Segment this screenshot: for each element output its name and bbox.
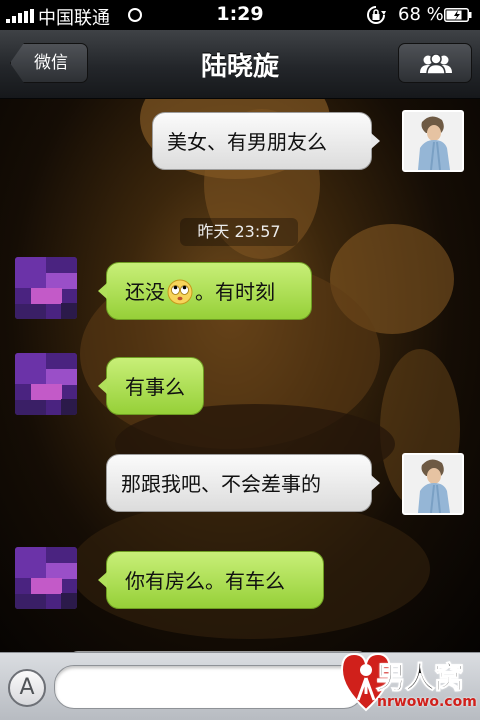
message-text: 还没 bbox=[125, 280, 165, 304]
status-bar: 中国联通 1:29 68 % bbox=[0, 0, 480, 30]
message-bubble-incoming[interactable]: 你有房么。有车么 bbox=[98, 551, 324, 609]
my-avatar[interactable] bbox=[402, 110, 464, 172]
message-input[interactable] bbox=[54, 665, 364, 709]
message-timestamp: 昨天 23:57 bbox=[180, 218, 298, 246]
message-bubble-outgoing[interactable]: 那跟我吧、不会差事的 bbox=[106, 454, 380, 512]
contact-avatar[interactable] bbox=[15, 547, 77, 609]
wechat-chat-screen: 中国联通 1:29 68 % 微信 陆晓旋 美女、有男朋友么 昨天 23:57 … bbox=[0, 0, 480, 720]
input-mode-toggle-button[interactable]: A bbox=[8, 669, 46, 707]
back-button[interactable]: 微信 bbox=[10, 43, 88, 83]
chat-members-button[interactable] bbox=[398, 43, 472, 83]
watermark-title: 男人窝 bbox=[376, 661, 465, 697]
message-text: 。有时刻 bbox=[195, 280, 275, 304]
message-bubble-incoming[interactable]: 还没 。有时刻 bbox=[98, 262, 312, 320]
contact-avatar[interactable] bbox=[15, 257, 77, 319]
contacts-icon bbox=[420, 54, 452, 74]
eye-roll-emoji-icon bbox=[167, 279, 193, 305]
message-bubble-outgoing[interactable]: 美女、有男朋友么 bbox=[152, 112, 380, 170]
contact-avatar[interactable] bbox=[15, 353, 77, 415]
battery-percent: 68 % bbox=[398, 4, 444, 25]
my-avatar[interactable] bbox=[402, 453, 464, 515]
chat-message-area[interactable]: 美女、有男朋友么 昨天 23:57 还没 。有时刻 有事么 那跟我吧、不会差事的… bbox=[0, 99, 480, 652]
watermark-url: nrwowo.com bbox=[377, 694, 477, 710]
battery-icon bbox=[444, 8, 472, 22]
message-bubble-incoming[interactable]: 有事么 bbox=[98, 357, 204, 415]
rotation-lock-icon bbox=[367, 6, 386, 24]
chat-title: 陆晓旋 bbox=[200, 52, 279, 82]
navigation-bar: 微信 陆晓旋 bbox=[0, 30, 480, 99]
